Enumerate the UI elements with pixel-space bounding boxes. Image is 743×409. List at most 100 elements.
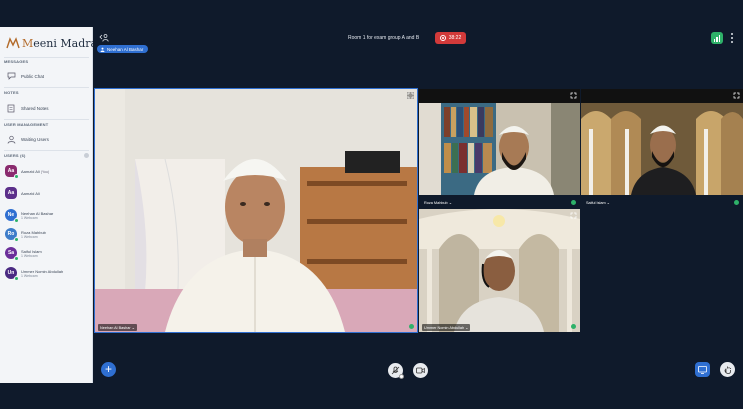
- user-text: Saiful Islam 1 Webcam: [21, 249, 42, 258]
- camera-toggle-button[interactable]: [413, 363, 428, 378]
- logo-text-accent: M: [22, 36, 34, 50]
- user-name-text: Aamzid Ali: [21, 190, 40, 196]
- video-tile-ummer[interactable]: Ummer Nomin Abdullah ⌄: [419, 209, 580, 332]
- video-tile-roza[interactable]: Roza Mahbub ⌄: [419, 89, 580, 207]
- user-list-item[interactable]: Aa Aamzid Ali: [5, 187, 40, 199]
- user-list-item[interactable]: Sa Saiful Islam 1 Webcam: [5, 247, 42, 261]
- recording-timer: 38:22: [448, 35, 462, 41]
- sidebar-item-public-chat[interactable]: Public Chat: [6, 70, 44, 82]
- presenter-chip[interactable]: Neehan Al Bashar: [97, 45, 149, 53]
- mic-on-icon: [571, 200, 576, 205]
- status-badge: [14, 276, 19, 281]
- share-screen-button[interactable]: [695, 362, 710, 377]
- video-feed-roza: [419, 89, 580, 207]
- avatar: Aa: [5, 165, 19, 179]
- user-text: Neehan Al Bashar 1 Webcam: [21, 211, 53, 220]
- user-name-text: Aamzid Ali: [21, 168, 40, 174]
- main-area: Neehan Al Bashar Room 1 for exam group A…: [93, 27, 743, 383]
- user-webcam-status: 1 Webcam: [21, 253, 38, 258]
- chat-icon: [6, 71, 16, 81]
- user-text: Ummer Nomin Abdullah 1 Webcam: [21, 269, 63, 278]
- video-camera-icon: [416, 367, 425, 374]
- sidebar-item-label: Waiting Users: [21, 136, 49, 142]
- status-badge: [14, 237, 19, 242]
- fullscreen-icon[interactable]: [570, 212, 577, 219]
- mute-mic-button[interactable]: [388, 363, 404, 379]
- sidebar-item-shared-notes[interactable]: Shared Notes: [6, 102, 49, 114]
- user-webcam-status: 1 Webcam: [21, 215, 38, 220]
- recording-indicator[interactable]: 38:22: [435, 32, 466, 44]
- logo-crescent-icon: [6, 37, 20, 49]
- users-settings-icon[interactable]: [84, 153, 89, 158]
- sidebar: Meeni Madrasa MESSAGES Public Chat NOTES…: [0, 27, 109, 383]
- signal-bar: [718, 35, 721, 42]
- user-text: Roza Mahbub 1 Webcam: [21, 230, 46, 239]
- sidebar-divider: [4, 150, 89, 151]
- back-people-icon[interactable]: [99, 33, 109, 43]
- avatar: Un: [5, 267, 19, 281]
- connection-status-button[interactable]: [711, 32, 723, 44]
- user-webcam-status: 1 Webcam: [21, 273, 38, 278]
- mic-on-icon: [409, 324, 414, 329]
- top-blank-bar: [0, 0, 743, 27]
- user-text: Aamzid Ali: [21, 191, 40, 196]
- user-list-item[interactable]: Aa Aamzid Ali (You): [5, 165, 49, 179]
- sidebar-divider: [4, 119, 89, 120]
- mic-on-icon: [571, 324, 576, 329]
- sidebar-item-label: Shared Notes: [21, 105, 49, 111]
- section-notes: NOTES: [4, 90, 19, 95]
- user-text: Aamzid Ali (You): [21, 169, 49, 174]
- video-label: Saiful Islam ⌄: [586, 201, 610, 205]
- screen-share-icon: [698, 365, 707, 374]
- video-label-text: Ummer Nomin Abdullah: [424, 326, 465, 330]
- video-tile-saiful[interactable]: Saiful Islam ⌄: [581, 89, 743, 207]
- mic-on-icon: [734, 200, 739, 205]
- avatar: Sa: [5, 247, 19, 261]
- section-messages: MESSAGES: [4, 59, 29, 64]
- sidebar-item-label: Public Chat: [21, 73, 45, 79]
- user-icon: [6, 134, 16, 144]
- video-feed-main: [95, 89, 417, 332]
- video-label-text: Roza Mahbub: [424, 201, 448, 205]
- video-label: Ummer Nomin Abdullah ⌄: [422, 324, 471, 331]
- video-feed-ummer: [419, 209, 580, 332]
- fullscreen-icon[interactable]: [733, 92, 740, 99]
- avatar: Ne: [5, 209, 19, 223]
- sidebar-divider: [4, 57, 89, 58]
- signal-bar: [716, 37, 718, 42]
- options-menu-icon[interactable]: [730, 33, 734, 43]
- video-label-text: Saiful Islam: [586, 201, 606, 205]
- bottom-blank-bar: [0, 383, 743, 409]
- fullscreen-icon[interactable]: [570, 92, 577, 99]
- audio-settings-indicator[interactable]: [399, 374, 404, 379]
- sidebar-item-waiting-users[interactable]: Waiting Users: [6, 133, 49, 145]
- fullscreen-icon[interactable]: [407, 92, 414, 99]
- actions-add-button[interactable]: +: [101, 362, 116, 377]
- raise-hand-button[interactable]: [720, 362, 735, 377]
- video-label-text: Neehan Al Bashar: [100, 326, 131, 330]
- user-name: Aamzid Ali: [21, 191, 40, 196]
- user-list-item[interactable]: Un Ummer Nomin Abdullah 1 Webcam: [5, 267, 63, 281]
- status-badge: [14, 174, 19, 179]
- room-title: Room 1 for exam group A and B: [348, 35, 420, 41]
- status-badge: [14, 218, 19, 223]
- user-list-item[interactable]: Ne Neehan Al Bashar 1 Webcam: [5, 209, 53, 223]
- signal-bar: [713, 39, 716, 42]
- avatar: Ro: [5, 228, 19, 242]
- user-list-item[interactable]: Ro Roza Mahbub 1 Webcam: [5, 228, 46, 242]
- microphone-off-icon: [391, 366, 400, 375]
- video-feed-saiful: [581, 89, 743, 207]
- sidebar-divider: [4, 87, 89, 88]
- avatar: Aa: [5, 187, 17, 199]
- section-user-management: USER MANAGEMENT: [4, 122, 49, 127]
- section-users: USERS (6): [4, 153, 26, 158]
- record-icon: [439, 35, 446, 41]
- presenter-name: Neehan Al Bashar: [107, 46, 144, 52]
- user-webcam-status: 1 Webcam: [21, 234, 38, 239]
- video-label: Neehan Al Bashar ⌄: [98, 324, 137, 331]
- notes-icon: [6, 103, 16, 113]
- video-tile-main[interactable]: Neehan Al Bashar ⌄: [94, 88, 418, 333]
- status-badge: [14, 256, 19, 261]
- raise-hand-icon: [724, 366, 731, 374]
- presenter-icon: [100, 47, 105, 52]
